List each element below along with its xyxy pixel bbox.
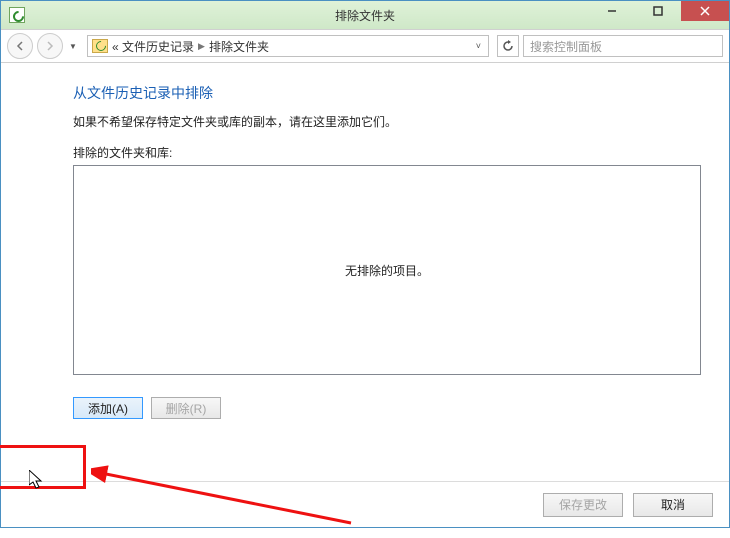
app-icon bbox=[9, 7, 25, 23]
breadcrumb-part-2[interactable]: 排除文件夹 bbox=[209, 38, 269, 55]
breadcrumb-sep-icon: ▶ bbox=[198, 41, 205, 52]
remove-button: 删除(R) bbox=[151, 397, 221, 419]
minimize-button[interactable] bbox=[589, 1, 635, 21]
add-button[interactable]: 添加(A) bbox=[73, 397, 143, 419]
save-button: 保存更改 bbox=[543, 493, 623, 517]
address-bar[interactable]: « 文件历史记录 ▶ 排除文件夹 ˅ bbox=[87, 35, 489, 57]
maximize-button[interactable] bbox=[635, 1, 681, 21]
titlebar: 排除文件夹 bbox=[1, 1, 729, 29]
page-description: 如果不希望保存特定文件夹或库的副本，请在这里添加它们。 bbox=[73, 113, 701, 130]
forward-button[interactable] bbox=[37, 33, 63, 59]
back-button[interactable] bbox=[7, 33, 33, 59]
search-input[interactable]: 搜索控制面板 bbox=[523, 35, 723, 57]
list-label: 排除的文件夹和库: bbox=[73, 144, 701, 161]
refresh-button[interactable] bbox=[497, 35, 519, 57]
close-button[interactable] bbox=[681, 1, 729, 21]
content-area: 从文件历史记录中排除 如果不希望保存特定文件夹或库的副本，请在这里添加它们。 排… bbox=[1, 63, 729, 481]
breadcrumb-part-1[interactable]: « 文件历史记录 bbox=[112, 38, 194, 55]
footer: 保存更改 取消 bbox=[1, 481, 729, 527]
address-dropdown-icon[interactable]: ˅ bbox=[473, 41, 484, 51]
search-placeholder: 搜索控制面板 bbox=[530, 38, 602, 55]
page-heading: 从文件历史记录中排除 bbox=[73, 83, 701, 103]
history-dropdown[interactable]: ▼ bbox=[67, 42, 79, 51]
excluded-list[interactable]: 无排除的项目。 bbox=[73, 165, 701, 375]
folder-icon bbox=[92, 39, 108, 53]
window: 排除文件夹 ▼ « 文件历史记录 ▶ 排除文件夹 ˅ 搜索控制面板 从文件历史记… bbox=[0, 0, 730, 528]
window-controls bbox=[589, 1, 729, 21]
cancel-button[interactable]: 取消 bbox=[633, 493, 713, 517]
list-buttons: 添加(A) 删除(R) bbox=[73, 397, 701, 419]
navbar: ▼ « 文件历史记录 ▶ 排除文件夹 ˅ 搜索控制面板 bbox=[1, 29, 729, 63]
empty-list-text: 无排除的项目。 bbox=[345, 262, 429, 279]
